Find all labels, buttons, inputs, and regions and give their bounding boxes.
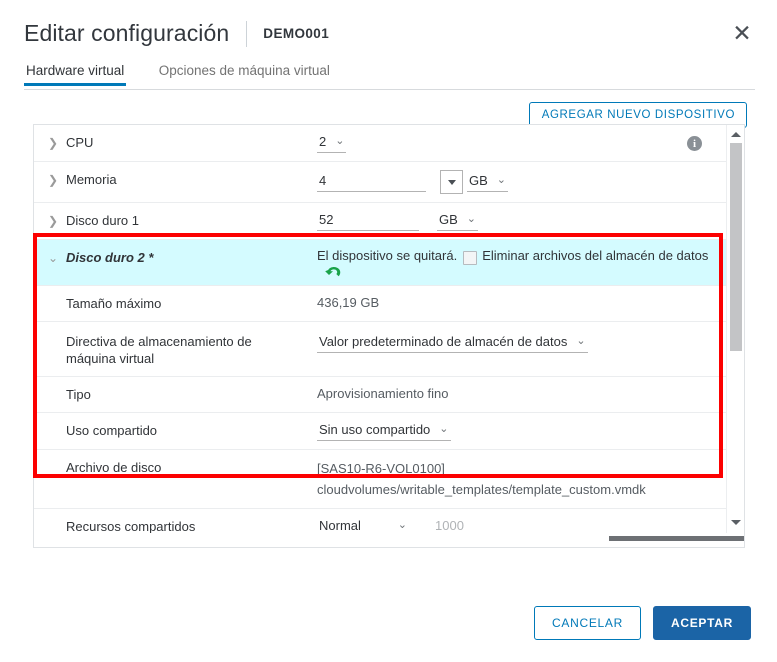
memoria-unit-value: GB: [469, 173, 488, 188]
datastore-name: [SAS10-R6-VOL0100]: [317, 461, 445, 476]
toolbar: AGREGAR NUEVO DISPOSITIVO: [0, 90, 777, 128]
triangle-up-icon: [730, 131, 741, 137]
tamano-maximo-value: 436,19 GB: [317, 295, 380, 310]
undo-icon[interactable]: [325, 265, 342, 279]
shares-level-value: Normal: [319, 518, 361, 533]
table-row-memoria: ❯ Memoria GB ⌄: [34, 162, 728, 203]
table-row-uso-compartido: Uso compartido Sin uso compartido ⌄: [34, 413, 728, 450]
table-row-cpu: ❯ CPU 2 ⌄ i: [34, 125, 728, 162]
table-row-tamano-maximo: Tamaño máximo 436,19 GB: [34, 286, 728, 322]
memoria-value-cell: GB ⌄: [317, 162, 728, 202]
tipo-value: Aprovisionamiento fino: [317, 386, 449, 401]
cpu-label-cell: ❯ CPU: [34, 125, 317, 160]
row-label: Archivo de disco: [66, 460, 162, 475]
row-label: Uso compartido: [66, 423, 158, 438]
uso-compartido-label-cell: Uso compartido: [34, 413, 317, 448]
chevron-right-icon[interactable]: ❯: [48, 134, 66, 151]
disk-sharing-select[interactable]: Sin uso compartido ⌄: [317, 421, 451, 441]
row-label: CPU: [66, 135, 94, 150]
tab-hardware-virtual[interactable]: Hardware virtual: [24, 63, 127, 86]
chevron-down-icon: ⌄: [335, 135, 345, 147]
chevron-down-icon: ⌄: [439, 423, 449, 435]
memoria-size-input[interactable]: [317, 172, 426, 192]
scroll-down-button[interactable]: [727, 515, 744, 529]
row-label: Tamaño máximo: [66, 296, 162, 311]
hardware-table-panel: ❯ CPU 2 ⌄ i ❯ Memoria 4 GB ⌄ ❯ Disco dur…: [33, 124, 745, 548]
uso-compartido-value-cell: Sin uso compartido ⌄: [317, 413, 728, 449]
chevron-down-icon: ⌄: [496, 174, 507, 186]
memoria-spinner-button[interactable]: [440, 170, 463, 194]
tamano-maximo-label-cell: Tamaño máximo: [34, 286, 317, 321]
directiva-label-cell: Directiva de almacenamiento de máquina v…: [34, 322, 317, 376]
info-icon[interactable]: i: [687, 136, 702, 151]
row-label: Tipo: [66, 387, 91, 402]
disco-duro-1-unit-select[interactable]: GB ⌄: [437, 211, 479, 231]
memoria-label-cell: ❯ Memoria: [34, 162, 317, 197]
triangle-down-icon: [447, 179, 456, 185]
chevron-down-icon: ⌄: [466, 213, 477, 225]
triangle-down-icon: [730, 519, 741, 525]
cpu-value-cell: 2 ⌄: [317, 125, 728, 161]
storage-policy-value: Valor predeterminado de almacén de datos: [319, 334, 568, 349]
page-title: Editar configuración: [24, 20, 230, 46]
storage-policy-select[interactable]: Valor predeterminado de almacén de datos…: [317, 333, 588, 353]
vm-name-label: DEMO001: [263, 26, 330, 41]
close-icon[interactable]: ✕: [729, 20, 755, 46]
chevron-down-icon: ⌄: [397, 519, 407, 531]
delete-files-checkbox[interactable]: [463, 250, 478, 265]
disco-duro-2-status-cell: El dispositivo se quitará. Eliminar arch…: [317, 240, 728, 285]
tab-underline: [24, 89, 755, 90]
table-row-directiva-almacenamiento: Directiva de almacenamiento de máquina v…: [34, 322, 728, 377]
vertical-scroll-thumb[interactable]: [730, 143, 742, 351]
tipo-label-cell: Tipo: [34, 377, 317, 412]
table-row-tipo: Tipo Aprovisionamiento fino: [34, 377, 728, 413]
tab-bar: Hardware virtual Opciones de máquina vir…: [24, 62, 755, 90]
delete-files-label: Eliminar archivos del almacén de datos: [482, 248, 709, 263]
scroll-up-button[interactable]: [727, 127, 744, 141]
disk-file-path: cloudvolumes/writable_templates/template…: [317, 482, 646, 497]
tipo-value-cell: Aprovisionamiento fino: [317, 377, 728, 411]
dialog-header: Editar configuración DEMO001 ✕: [0, 0, 777, 48]
disco-duro-1-size-input[interactable]: [317, 211, 419, 231]
disco-duro-2-label-cell: ⌄ Disco duro 2 *: [34, 240, 317, 275]
title-divider: [246, 21, 248, 47]
chevron-right-icon[interactable]: ❯: [48, 171, 66, 188]
memoria-unit-select[interactable]: GB ⌄: [467, 172, 509, 192]
undo-arrow-svg: [325, 267, 341, 277]
chevron-down-icon: ⌄: [576, 335, 586, 347]
table-row-disco-duro-2: ⌄ Disco duro 2 * El dispositivo se quita…: [34, 240, 728, 286]
disco-duro-1-label-cell: ❯ Disco duro 1: [34, 203, 317, 238]
archivo-disco-label-cell: Archivo de disco: [34, 450, 317, 485]
tab-opciones-maquina-virtual[interactable]: Opciones de máquina virtual: [157, 63, 332, 86]
accept-button[interactable]: ACEPTAR: [652, 606, 751, 640]
disco-duro-1-unit-value: GB: [439, 212, 458, 227]
edit-settings-dialog: Editar configuración DEMO001 ✕ Hardware …: [0, 0, 777, 662]
row-label: Disco duro 2 *: [66, 250, 154, 265]
device-removal-notice: El dispositivo se quitará.: [317, 248, 458, 263]
vertical-scrollbar[interactable]: [726, 125, 744, 547]
row-label: Directiva de almacenamiento de máquina v…: [66, 334, 252, 366]
horizontal-scroll-thumb[interactable]: [609, 536, 744, 541]
row-label: Disco duro 1: [66, 213, 139, 228]
hardware-rows: ❯ CPU 2 ⌄ i ❯ Memoria 4 GB ⌄ ❯ Disco dur…: [34, 125, 728, 547]
cancel-button[interactable]: CANCELAR: [534, 606, 641, 640]
cpu-count-select[interactable]: 2 ⌄: [317, 133, 347, 153]
disk-sharing-value: Sin uso compartido: [319, 422, 431, 437]
archivo-disco-value-cell: [SAS10-R6-VOL0100] cloudvolumes/writable…: [317, 450, 728, 508]
table-row-disco-duro-1: ❯ Disco duro 1 GB ⌄: [34, 203, 728, 240]
chevron-right-icon[interactable]: ❯: [48, 212, 66, 229]
disco-duro-1-value-cell: GB ⌄: [317, 203, 728, 239]
horizontal-scrollbar[interactable]: [34, 533, 744, 547]
table-row-archivo-de-disco: Archivo de disco [SAS10-R6-VOL0100] clou…: [34, 450, 728, 509]
cpu-count-value: 2: [319, 134, 327, 149]
chevron-down-icon[interactable]: ⌄: [48, 249, 66, 266]
dialog-footer: CANCELAR ACEPTAR: [534, 606, 751, 640]
directiva-value-cell: Valor predeterminado de almacén de datos…: [317, 322, 728, 361]
tamano-maximo-value-cell: 436,19 GB: [317, 286, 728, 320]
row-label: Memoria: [66, 172, 117, 187]
